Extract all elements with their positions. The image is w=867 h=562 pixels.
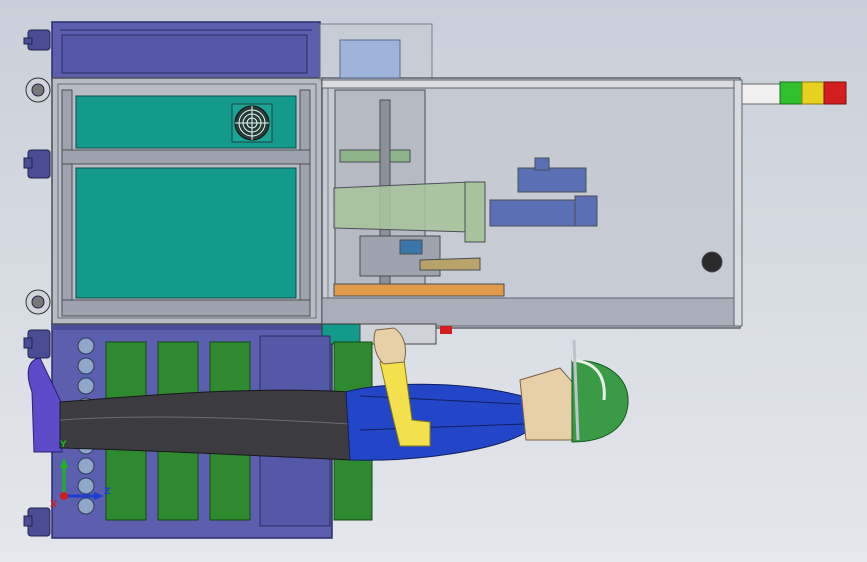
cad-viewport[interactable]: Y Z X xyxy=(0,0,867,562)
signal-tower-icon xyxy=(741,81,847,105)
cad-model-drawing xyxy=(23,21,847,539)
teal-panel-lower xyxy=(75,167,297,299)
caster-wheel-icon xyxy=(23,29,51,537)
fan-icon xyxy=(231,103,273,143)
